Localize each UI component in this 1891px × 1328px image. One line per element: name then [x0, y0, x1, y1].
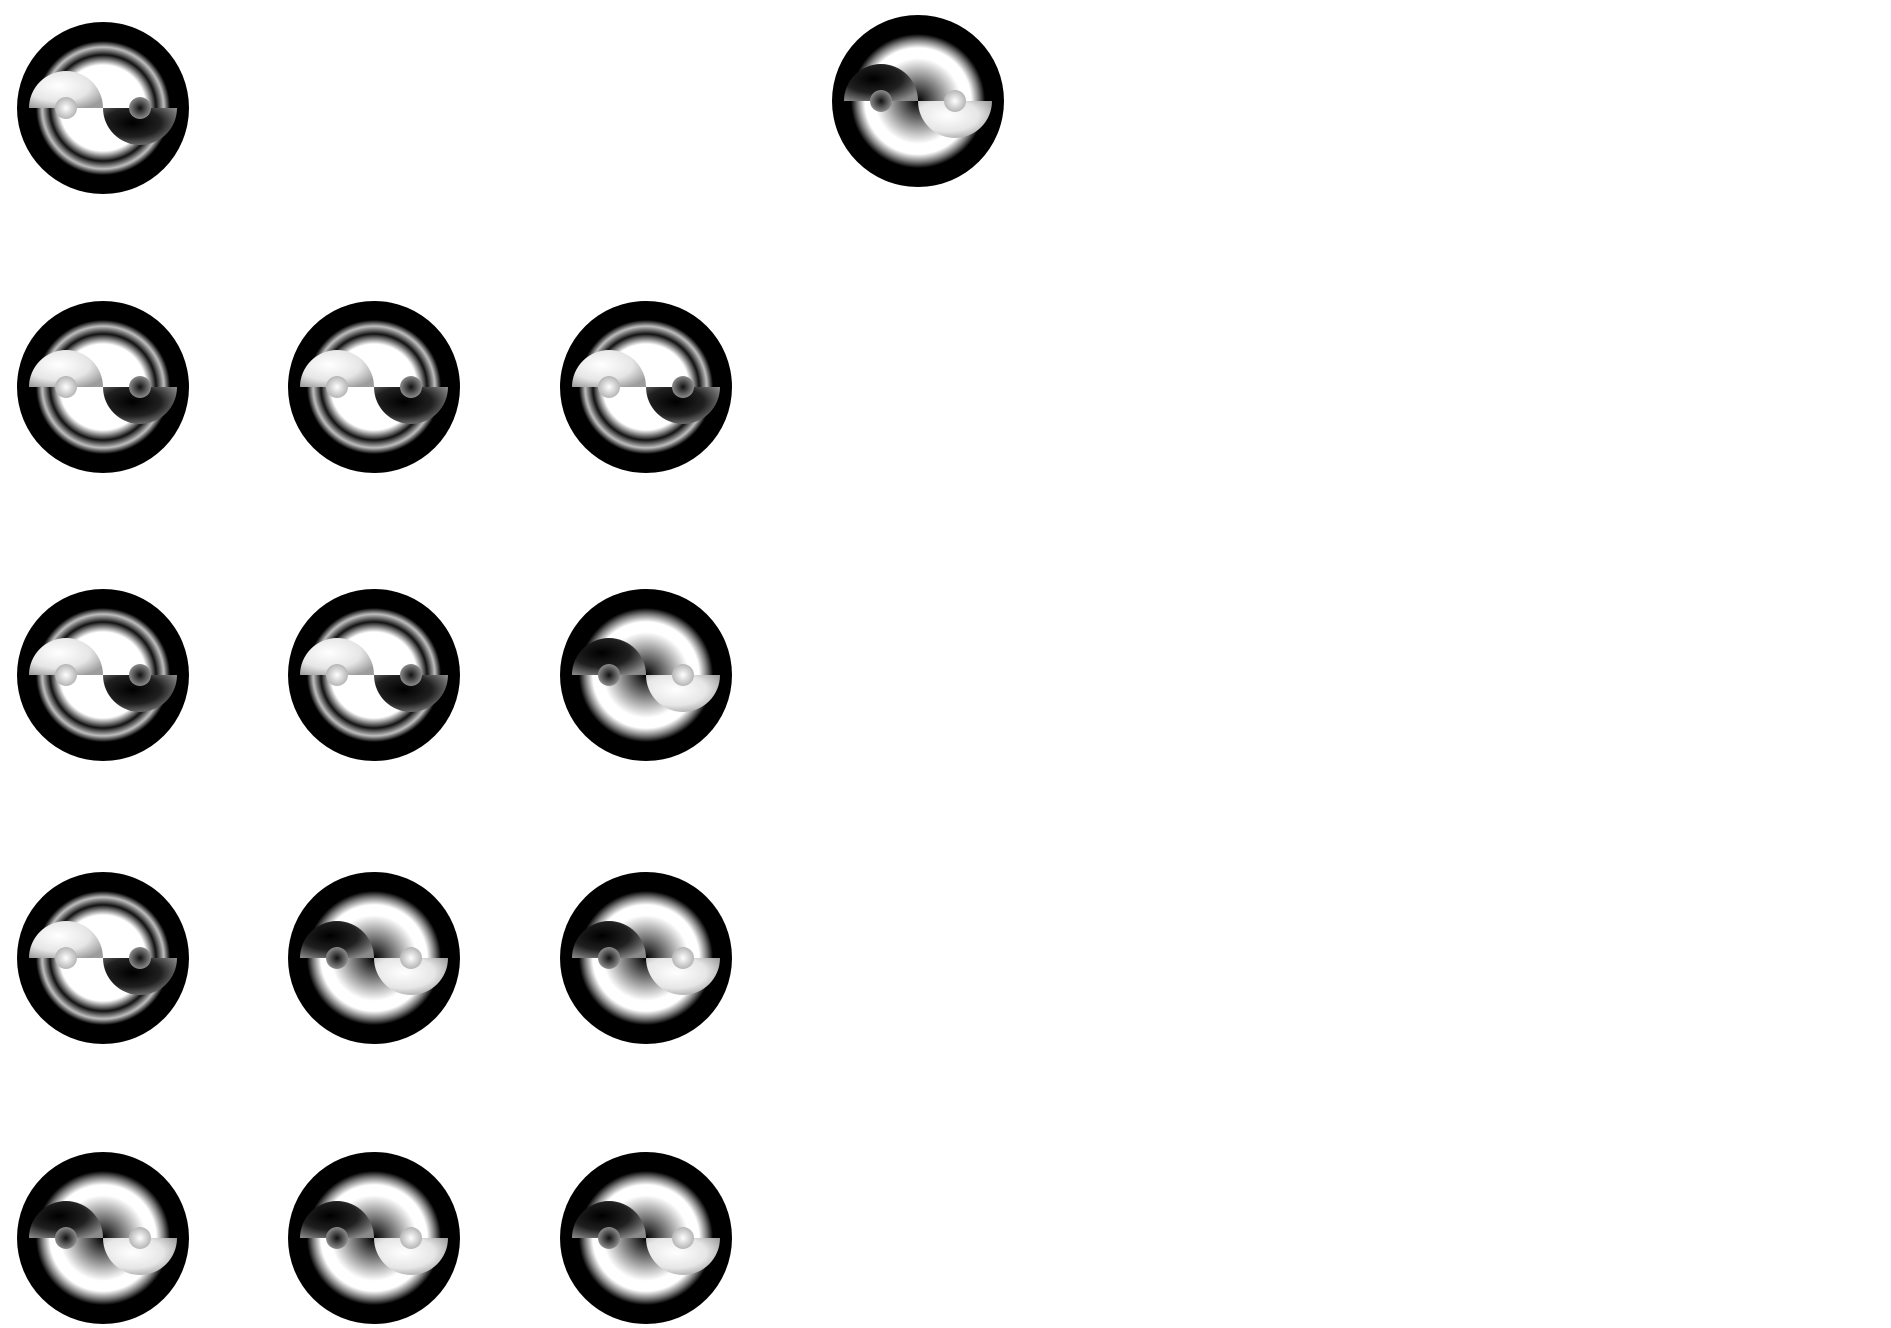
eye-dot	[870, 90, 892, 112]
game-board	[0, 0, 1891, 1324]
eye-dot	[400, 1227, 422, 1249]
eye-dot	[55, 376, 77, 398]
eye-dot	[55, 97, 77, 119]
eye-dot	[326, 947, 348, 969]
yin-yang-piece-row-5-col-2[interactable]	[284, 1148, 464, 1328]
eye-dot	[400, 664, 422, 686]
yin-yang-piece-row-1-col-4[interactable]	[828, 11, 1008, 191]
yin-yang-piece-row-3-col-3[interactable]	[556, 585, 736, 765]
yin-yang-piece-row-3-col-1[interactable]	[13, 585, 193, 765]
eye-dot	[129, 947, 151, 969]
eye-dot	[672, 376, 694, 398]
eye-dot	[129, 664, 151, 686]
yin-yang-piece-row-5-col-1[interactable]	[13, 1148, 193, 1328]
eye-dot	[55, 1227, 77, 1249]
eye-dot	[326, 376, 348, 398]
yin-yang-piece-row-2-col-2[interactable]	[284, 297, 464, 477]
yin-yang-piece-row-1-col-1[interactable]	[13, 18, 193, 198]
eye-dot	[55, 664, 77, 686]
eye-dot	[326, 664, 348, 686]
eye-dot	[598, 376, 620, 398]
eye-dot	[55, 947, 77, 969]
eye-dot	[400, 947, 422, 969]
eye-dot	[672, 1227, 694, 1249]
eye-dot	[672, 664, 694, 686]
yin-yang-piece-row-4-col-1[interactable]	[13, 868, 193, 1048]
yin-yang-piece-row-2-col-3[interactable]	[556, 297, 736, 477]
eye-dot	[129, 376, 151, 398]
eye-dot	[672, 947, 694, 969]
eye-dot	[944, 90, 966, 112]
yin-yang-piece-row-5-col-3[interactable]	[556, 1148, 736, 1328]
eye-dot	[598, 664, 620, 686]
eye-dot	[400, 376, 422, 398]
eye-dot	[129, 97, 151, 119]
eye-dot	[326, 1227, 348, 1249]
eye-dot	[598, 1227, 620, 1249]
yin-yang-piece-row-3-col-2[interactable]	[284, 585, 464, 765]
eye-dot	[598, 947, 620, 969]
yin-yang-piece-row-2-col-1[interactable]	[13, 297, 193, 477]
yin-yang-piece-row-4-col-2[interactable]	[284, 868, 464, 1048]
yin-yang-piece-row-4-col-3[interactable]	[556, 868, 736, 1048]
eye-dot	[129, 1227, 151, 1249]
